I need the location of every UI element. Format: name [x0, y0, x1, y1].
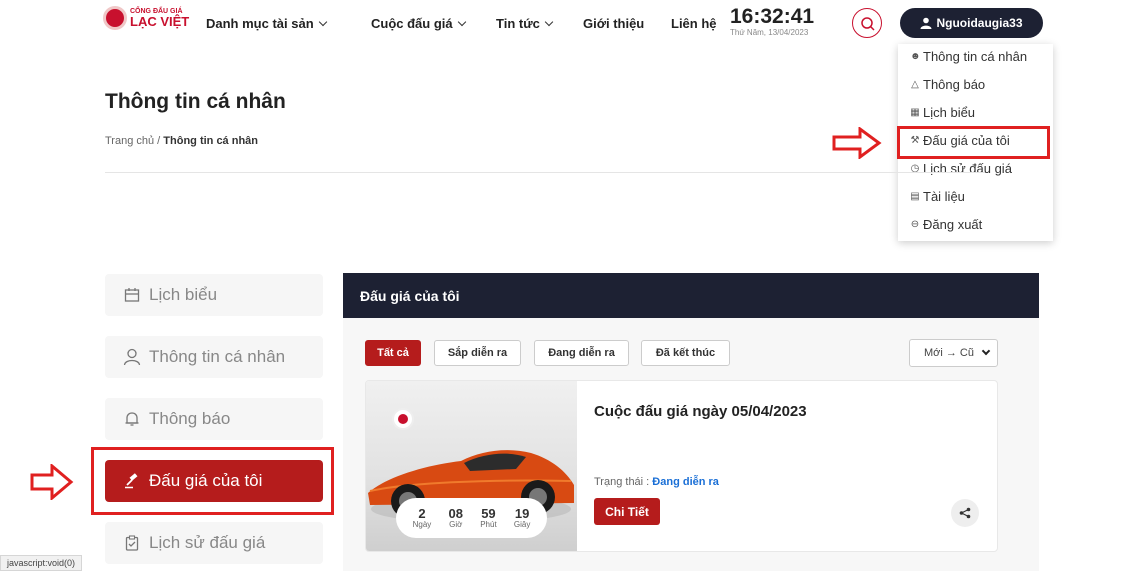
menu-item-profile[interactable]: ☻ Thông tin cá nhân	[910, 49, 1027, 64]
chevron-down-icon	[981, 346, 991, 356]
breadcrumb-current: Thông tin cá nhân	[163, 135, 259, 147]
logo-title: LẠC VIỆT	[130, 14, 190, 29]
menu-item-notifications[interactable]: △ Thông báo	[910, 77, 985, 92]
highlight-box-sidebar-item	[91, 447, 334, 515]
sidebar-item-schedule[interactable]: Lịch biểu	[105, 274, 323, 316]
countdown-seconds: 19	[514, 506, 530, 521]
chevron-down-icon	[318, 17, 327, 27]
user-name: Nguoidaugia33	[936, 16, 1023, 30]
nav-label: Cuộc đấu giá	[371, 16, 453, 31]
share-icon	[959, 507, 971, 519]
bell-icon: △	[911, 79, 919, 90]
nav-item-asset-categories[interactable]: Danh mục tài sản	[206, 16, 327, 31]
menu-item-label: Thông tin cá nhân	[923, 49, 1028, 64]
menu-item-label: Lịch sử đấu giá	[923, 161, 1012, 176]
auction-status: Trạng thái : Đang diễn ra	[594, 476, 719, 488]
menu-item-label: Tài liệu	[923, 189, 965, 204]
menu-item-label: Thông báo	[923, 77, 986, 92]
nav-item-auctions[interactable]: Cuộc đấu giá	[371, 16, 466, 31]
document-icon: ▤	[910, 191, 920, 202]
breadcrumb-separator: /	[154, 135, 164, 147]
arrow-right-icon	[832, 127, 882, 159]
sidebar-item-label: Thông tin cá nhân	[149, 347, 286, 366]
sort-selected-value: Mới → Cũ	[924, 347, 974, 359]
panel-title: Đấu giá của tôi	[343, 273, 1039, 318]
countdown-seconds-label: Giây	[513, 520, 531, 529]
countdown-minutes-label: Phút	[480, 520, 497, 529]
breadcrumb-home[interactable]: Trang chủ	[105, 135, 154, 147]
menu-item-schedule[interactable]: ▦ Lịch biểu	[910, 105, 975, 120]
clock: 16:32:41 Thứ Năm, 13/04/2023	[730, 6, 814, 37]
page-title: Thông tin cá nhân	[105, 90, 286, 113]
arrow-right-icon	[30, 464, 74, 500]
sidebar-item-label: Lịch sử đấu giá	[149, 533, 266, 552]
detail-button[interactable]: Chi Tiết	[594, 498, 660, 525]
user-icon	[123, 348, 141, 366]
menu-item-auction-history[interactable]: ◷ Lịch sử đấu giá	[910, 161, 1012, 176]
clock-time: 16:32:41	[730, 5, 815, 28]
calendar-icon: ▦	[910, 107, 920, 118]
breadcrumb: Trang chủ / Thông tin cá nhân	[105, 135, 258, 147]
logo-emblem-icon	[103, 6, 127, 30]
user-icon	[920, 17, 932, 29]
countdown-hours-label: Giờ	[449, 520, 463, 529]
user-menu-button[interactable]: Nguoidaugia33	[900, 8, 1043, 38]
countdown-days-label: Ngày	[412, 520, 432, 529]
countdown-minutes: 59	[481, 506, 496, 521]
sidebar-item-label: Thông báo	[149, 409, 231, 428]
sidebar-item-notifications[interactable]: Thông báo	[105, 398, 323, 440]
logout-icon: ⊖	[910, 219, 920, 230]
highlight-box-menu-item	[897, 126, 1050, 159]
clock-date: Thứ Năm, 13/04/2023	[730, 28, 809, 37]
chevron-down-icon	[457, 17, 466, 27]
sidebar-item-label: Lịch biểu	[149, 285, 218, 304]
browser-status-bar: javascript:void(0)	[0, 555, 83, 571]
sidebar-item-auction-history[interactable]: Lịch sử đấu giá	[105, 522, 323, 564]
nav-label: Danh mục tài sản	[206, 16, 314, 31]
share-button[interactable]	[951, 499, 979, 527]
divider	[105, 172, 985, 173]
auction-title[interactable]: Cuộc đấu giá ngày 05/04/2023	[594, 403, 807, 420]
bell-icon	[123, 410, 141, 428]
sort-select[interactable]: Mới → Cũ	[909, 339, 998, 367]
brand-badge-icon	[392, 408, 414, 430]
menu-item-documents[interactable]: ▤ Tài liệu	[910, 189, 965, 204]
search-button[interactable]	[852, 8, 882, 38]
menu-item-label: Lịch biểu	[923, 105, 976, 120]
filter-ended-button[interactable]: Đã kết thúc	[641, 340, 730, 366]
filter-ongoing-button[interactable]: Đang diễn ra	[534, 340, 629, 366]
filter-all-button[interactable]: Tất cả	[365, 340, 421, 366]
calendar-icon	[123, 286, 141, 304]
filter-upcoming-button[interactable]: Sắp diễn ra	[434, 340, 521, 366]
nav-label: Tin tức	[496, 16, 540, 31]
search-icon	[861, 17, 875, 31]
user-icon: ☻	[910, 51, 921, 62]
car-image[interactable]: 2 Ngày 08 Giờ 59 Phút 19 Giây	[366, 381, 577, 551]
nav-item-about[interactable]: Giới thiệu	[583, 16, 644, 31]
menu-item-logout[interactable]: ⊖ Đăng xuất	[910, 217, 982, 232]
nav-item-news[interactable]: Tin tức	[496, 16, 554, 31]
countdown-days: 2	[418, 506, 426, 521]
countdown-timer: 2 Ngày 08 Giờ 59 Phút 19 Giây	[396, 498, 547, 538]
clipboard-check-icon	[123, 534, 141, 552]
nav-item-contact[interactable]: Liên hệ	[671, 16, 717, 31]
auction-card: 2 Ngày 08 Giờ 59 Phút 19 Giây Cuộc đấu giá n…	[365, 380, 998, 552]
menu-item-label: Đăng xuất	[923, 217, 983, 232]
status-value: Đang diễn ra	[652, 476, 719, 488]
logo[interactable]: CỔNG ĐẤU GIÁ LẠC VIỆT	[103, 6, 189, 30]
sidebar-item-profile[interactable]: Thông tin cá nhân	[105, 336, 323, 378]
status-label: Trạng thái :	[594, 476, 653, 488]
chevron-down-icon	[544, 17, 554, 27]
countdown-hours: 08	[448, 506, 463, 521]
